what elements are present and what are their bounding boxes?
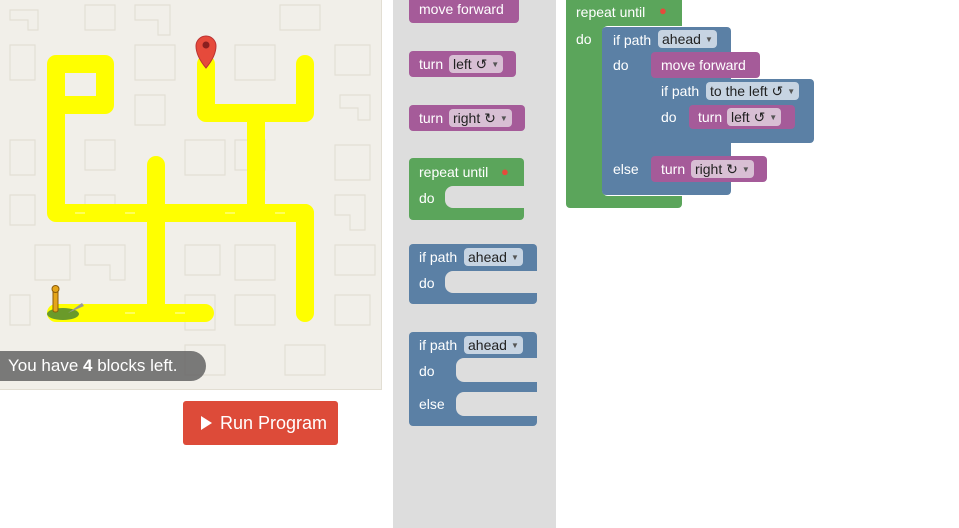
direction-dropdown[interactable]: left ↺ ▼ <box>727 108 782 126</box>
run-program-button[interactable]: Run Program <box>183 401 338 445</box>
move-forward-block[interactable]: move forward <box>651 52 760 78</box>
toolbox-move-forward-block[interactable]: move forward <box>409 0 519 23</box>
turn-left-block[interactable]: turn left ↺ ▼ <box>689 105 795 129</box>
block-label: turn <box>661 161 686 177</box>
path-dropdown[interactable]: ahead ▼ <box>464 336 523 354</box>
block-label: do <box>613 57 629 73</box>
statement-slot <box>456 392 537 416</box>
maze-path <box>47 55 314 322</box>
block-label: turn <box>419 110 444 126</box>
statement-slot <box>445 271 537 293</box>
toolbox-if-else-block[interactable]: if path ahead ▼ do else <box>409 332 537 426</box>
direction-dropdown[interactable]: to the left ↺ ▼ <box>706 82 800 100</box>
block-label: if path <box>661 83 700 99</box>
block-label: do <box>419 275 435 291</box>
block-label: repeat until <box>576 4 646 20</box>
block-label: if path <box>419 337 458 353</box>
blocks-left-message: You have 4 blocks left. <box>0 351 206 381</box>
block-label: turn <box>698 109 723 125</box>
block-label: do <box>419 190 435 206</box>
toolbox-turn-right-block[interactable]: turn right ↻ ▼ <box>409 105 525 131</box>
direction-dropdown[interactable]: right ↻ ▼ <box>449 109 512 127</box>
block-label: move forward <box>419 1 504 17</box>
workspace: repeat until ● do if path ahead ▼ do else… <box>556 0 959 528</box>
block-label: move forward <box>661 57 746 73</box>
block-label: do <box>419 363 435 379</box>
block-label: if path <box>613 32 652 48</box>
toolbox-turn-left-block[interactable]: turn left ↺ ▼ <box>409 51 516 77</box>
direction-dropdown[interactable]: left ↺ ▼ <box>449 55 504 73</box>
maze-panel: You have 4 blocks left. <box>0 0 382 390</box>
toolbox-if-block[interactable]: if path ahead ▼ do <box>409 244 537 304</box>
block-label: turn <box>419 56 444 72</box>
goal-marker-icon: ● <box>501 164 509 179</box>
statement-slot <box>445 186 524 208</box>
path-dropdown[interactable]: ahead ▼ <box>658 30 717 48</box>
block-label: do <box>661 109 677 125</box>
toolbox: move forward turn left ↺ ▼ turn right ↻ ▼ … <box>393 0 556 528</box>
block-label: else <box>419 396 445 412</box>
toolbox-repeat-until-block[interactable]: repeat until ● do <box>409 158 524 220</box>
maze-map <box>9 4 376 376</box>
path-dashes <box>75 212 285 314</box>
direction-dropdown[interactable]: right ↻ ▼ <box>691 160 754 178</box>
run-program-label: Run Program <box>220 413 328 433</box>
block-label: repeat until <box>419 164 489 180</box>
pegman-icon <box>47 285 84 320</box>
statement-slot <box>456 358 537 382</box>
block-label: do <box>576 31 592 47</box>
block-label: else <box>613 161 639 177</box>
play-icon <box>201 416 212 430</box>
goal-marker-icon: ● <box>659 3 667 18</box>
block-label: if path <box>419 249 458 265</box>
path-dropdown[interactable]: ahead ▼ <box>464 248 523 266</box>
turn-right-block[interactable]: turn right ↻ ▼ <box>651 156 767 182</box>
